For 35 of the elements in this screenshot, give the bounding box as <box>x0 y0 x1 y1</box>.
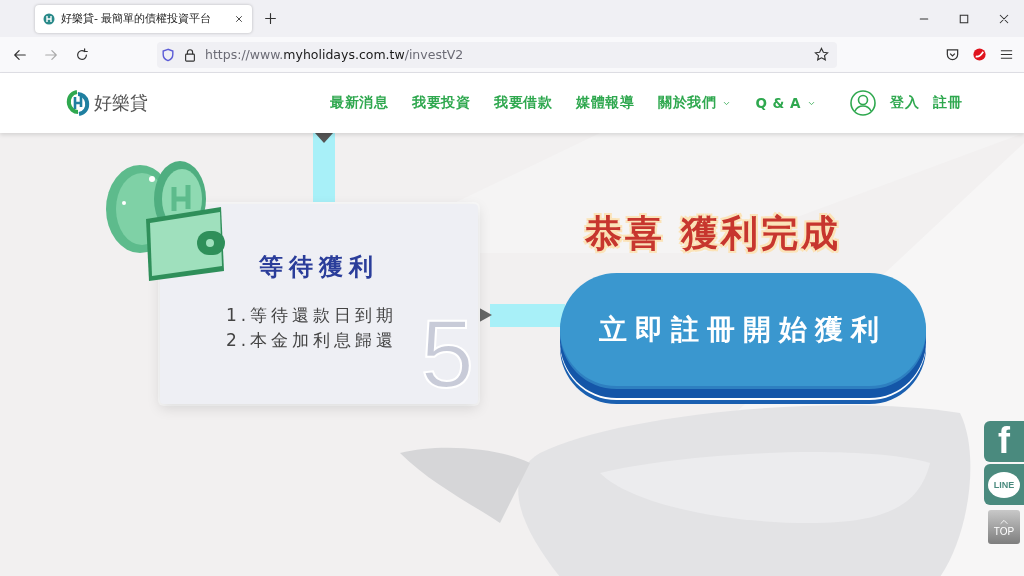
user-icon <box>850 90 876 116</box>
nav-link[interactable]: 我要借款 <box>494 94 553 112</box>
new-tab-icon <box>264 12 277 25</box>
nav-link[interactable]: 關於我們 <box>658 94 732 112</box>
step-item: 2.本金加利息歸還 <box>226 329 398 352</box>
nav-link[interactable]: 我要投資 <box>412 94 471 112</box>
maximize-icon <box>958 12 970 25</box>
login-link[interactable]: 登入 <box>890 94 919 112</box>
star-icon <box>814 47 829 62</box>
line-button[interactable]: LINE <box>984 464 1024 505</box>
close-tab-icon <box>234 13 244 24</box>
close-window-icon <box>998 12 1010 25</box>
facebook-button[interactable]: f <box>984 421 1024 462</box>
caret-up-icon <box>999 517 1009 525</box>
extension-icon <box>972 47 987 62</box>
browser-tab[interactable]: 好樂貸- 最簡單的債權投資平台 <box>35 4 252 33</box>
address-bar[interactable]: https://www.myholidays.com.tw/investV2 <box>157 41 837 68</box>
nav-link[interactable]: 最新消息 <box>330 94 389 112</box>
congrats-heading: 恭喜 獲利完成 <box>585 211 841 257</box>
forward-arrow-icon <box>43 47 58 62</box>
logo-icon <box>66 90 90 116</box>
lock-icon <box>183 47 197 62</box>
register-link[interactable]: 註冊 <box>933 94 962 112</box>
reload-icon <box>74 47 89 62</box>
step-title: 等待獲利 <box>258 252 380 283</box>
nav-link[interactable]: Q & A <box>755 95 816 111</box>
logo-text[interactable]: 好樂貸 <box>94 91 148 115</box>
menu-icon <box>999 47 1014 62</box>
site-favicon-icon <box>43 12 55 25</box>
shield-icon <box>161 47 175 62</box>
pocket-icon <box>945 47 960 62</box>
nav-link[interactable]: 媒體報導 <box>576 94 635 112</box>
back-to-top-button[interactable]: TOP <box>988 510 1020 544</box>
step-item: 1.等待還款日到期 <box>226 304 398 327</box>
back-arrow-icon <box>12 47 27 62</box>
